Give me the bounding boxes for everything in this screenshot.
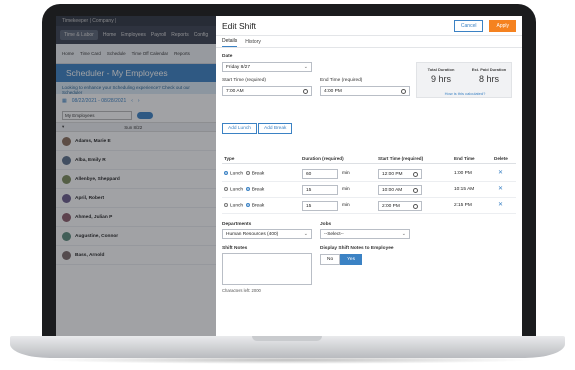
delete-icon[interactable]: ✕ — [498, 201, 503, 208]
clock-icon — [413, 187, 418, 193]
end-time-label: End Time (required) — [320, 78, 363, 83]
chars-left: Characters left: 2000 — [222, 288, 261, 293]
display-notes-label: Display Shift Notes to Employee — [320, 246, 394, 251]
duration-value: 15 — [306, 203, 312, 209]
chevron-down-icon: ⌄ — [303, 231, 308, 237]
tab-details[interactable]: Details — [222, 38, 238, 47]
duration-unit: min — [342, 171, 350, 176]
chevron-down-icon: ⌄ — [303, 64, 308, 70]
laptop-screen: Timekeeper | Company | Time & Labor Home… — [56, 16, 522, 336]
break-start-value: 2:00 PM — [382, 203, 400, 209]
break-row: Lunch Break 15 min 2:00 PM 2:15 PM ✕ — [222, 198, 516, 214]
date-value: Friday 8/27 — [226, 64, 250, 70]
apply-button[interactable]: Apply — [489, 19, 516, 32]
radio-break[interactable] — [245, 171, 250, 175]
col-delete: Delete — [494, 156, 508, 161]
duration-value: 15 — [306, 187, 312, 193]
break-row: Lunch Break 15 min 10:00 AM 10:15 AM ✕ — [222, 182, 516, 198]
paid-duration: Est. Paid Duration 8 hrs — [465, 67, 513, 84]
radio-lunch[interactable] — [224, 187, 228, 191]
delete-icon[interactable]: ✕ — [498, 185, 503, 192]
duration-input[interactable]: 15 — [302, 185, 338, 195]
col-type: Type — [224, 156, 235, 161]
date-select[interactable]: Friday 8/27 ⌄ — [222, 62, 312, 72]
duration-summary: Total Duration 9 hrs Est. Paid Duration … — [416, 62, 512, 98]
radio-lunch[interactable] — [224, 171, 228, 175]
total-duration-caption: Total Duration — [427, 67, 455, 72]
radio-lunch[interactable] — [224, 203, 228, 207]
total-duration: Total Duration 9 hrs — [417, 67, 465, 84]
display-notes-no[interactable]: No — [320, 254, 341, 265]
panel-title: Edit Shift — [222, 20, 257, 31]
break-end-value: 10:15 AM — [454, 187, 475, 192]
clock-icon — [413, 203, 418, 209]
break-start-input[interactable]: 2:00 PM — [378, 201, 422, 211]
break-start-input[interactable]: 10:00 AM — [378, 185, 422, 195]
tab-history[interactable]: History — [245, 39, 261, 47]
type-radio-group: Lunch Break — [224, 203, 264, 208]
how-calculated-link[interactable]: How is this calculated? — [417, 91, 513, 96]
end-time-value: 4:00 PM — [324, 88, 342, 94]
type-radio-group: Lunch Break — [224, 171, 264, 176]
laptop-notch — [252, 336, 322, 341]
clock-icon — [413, 171, 418, 177]
shift-notes-textarea[interactable] — [222, 253, 312, 285]
col-end: End Time — [454, 156, 475, 161]
duration-unit: min — [342, 203, 350, 208]
radio-lunch-label: Lunch — [230, 171, 244, 177]
radio-break[interactable] — [245, 187, 250, 191]
add-break-button[interactable]: Add Break — [258, 123, 293, 134]
edit-shift-panel: Edit Shift Cancel Apply Details History … — [216, 16, 522, 336]
delete-icon[interactable]: ✕ — [498, 169, 503, 176]
break-row: Lunch Break 60 min 12:00 PM 1:00 PM ✕ — [222, 166, 516, 182]
shift-notes-label: Shift Notes — [222, 246, 248, 251]
start-time-value: 7:00 AM — [226, 88, 244, 94]
panel-tabs: Details History — [216, 36, 522, 48]
radio-break-label: Break — [251, 203, 265, 209]
jobs-value: --Select-- — [324, 231, 344, 237]
break-end-value: 1:00 PM — [454, 171, 472, 176]
break-start-input[interactable]: 12:00 PM — [378, 169, 422, 179]
modal-overlay — [56, 16, 216, 336]
display-notes-toggle: No Yes — [320, 254, 362, 265]
departments-label: Departments — [222, 222, 252, 227]
paid-duration-value: 8 hrs — [478, 74, 499, 84]
stage: Timekeeper | Company | Time & Labor Home… — [0, 0, 575, 370]
paid-duration-caption: Est. Paid Duration — [471, 67, 507, 72]
display-notes-yes[interactable]: Yes — [340, 254, 362, 265]
type-radio-group: Lunch Break — [224, 187, 264, 192]
duration-input[interactable]: 15 — [302, 201, 338, 211]
break-start-value: 12:00 PM — [382, 171, 403, 177]
add-lunch-button[interactable]: Add Lunch — [222, 123, 257, 134]
clock-icon — [303, 88, 308, 94]
jobs-select[interactable]: --Select-- ⌄ — [320, 229, 410, 239]
clock-icon — [401, 88, 406, 94]
cancel-button[interactable]: Cancel — [453, 19, 484, 32]
jobs-label: Jobs — [320, 222, 332, 227]
radio-break-label: Break — [251, 171, 265, 177]
break-end-value: 2:15 PM — [454, 203, 472, 208]
chevron-down-icon: ⌄ — [401, 231, 406, 237]
departments-select[interactable]: Human Resources (400) ⌄ — [222, 229, 312, 239]
duration-input[interactable]: 60 — [302, 169, 338, 179]
panel-header: Edit Shift Cancel Apply — [216, 16, 522, 36]
radio-break[interactable] — [245, 203, 250, 207]
total-duration-value: 9 hrs — [430, 74, 451, 84]
departments-value: Human Resources (400) — [226, 231, 279, 237]
start-time-input[interactable]: 7:00 AM — [222, 86, 312, 96]
duration-value: 60 — [306, 171, 312, 177]
col-duration: Duration (required) — [302, 156, 344, 161]
col-start: Start Time (required) — [378, 156, 424, 161]
radio-break-label: Break — [251, 187, 265, 193]
breaks-table-header: Type Duration (required) Start Time (req… — [222, 156, 516, 164]
radio-lunch-label: Lunch — [230, 203, 244, 209]
break-start-value: 10:00 AM — [382, 187, 403, 193]
start-time-label: Start Time (required) — [222, 78, 266, 83]
duration-unit: min — [342, 187, 350, 192]
end-time-input[interactable]: 4:00 PM — [320, 86, 410, 96]
date-label: Date — [222, 54, 233, 59]
radio-lunch-label: Lunch — [230, 187, 244, 193]
